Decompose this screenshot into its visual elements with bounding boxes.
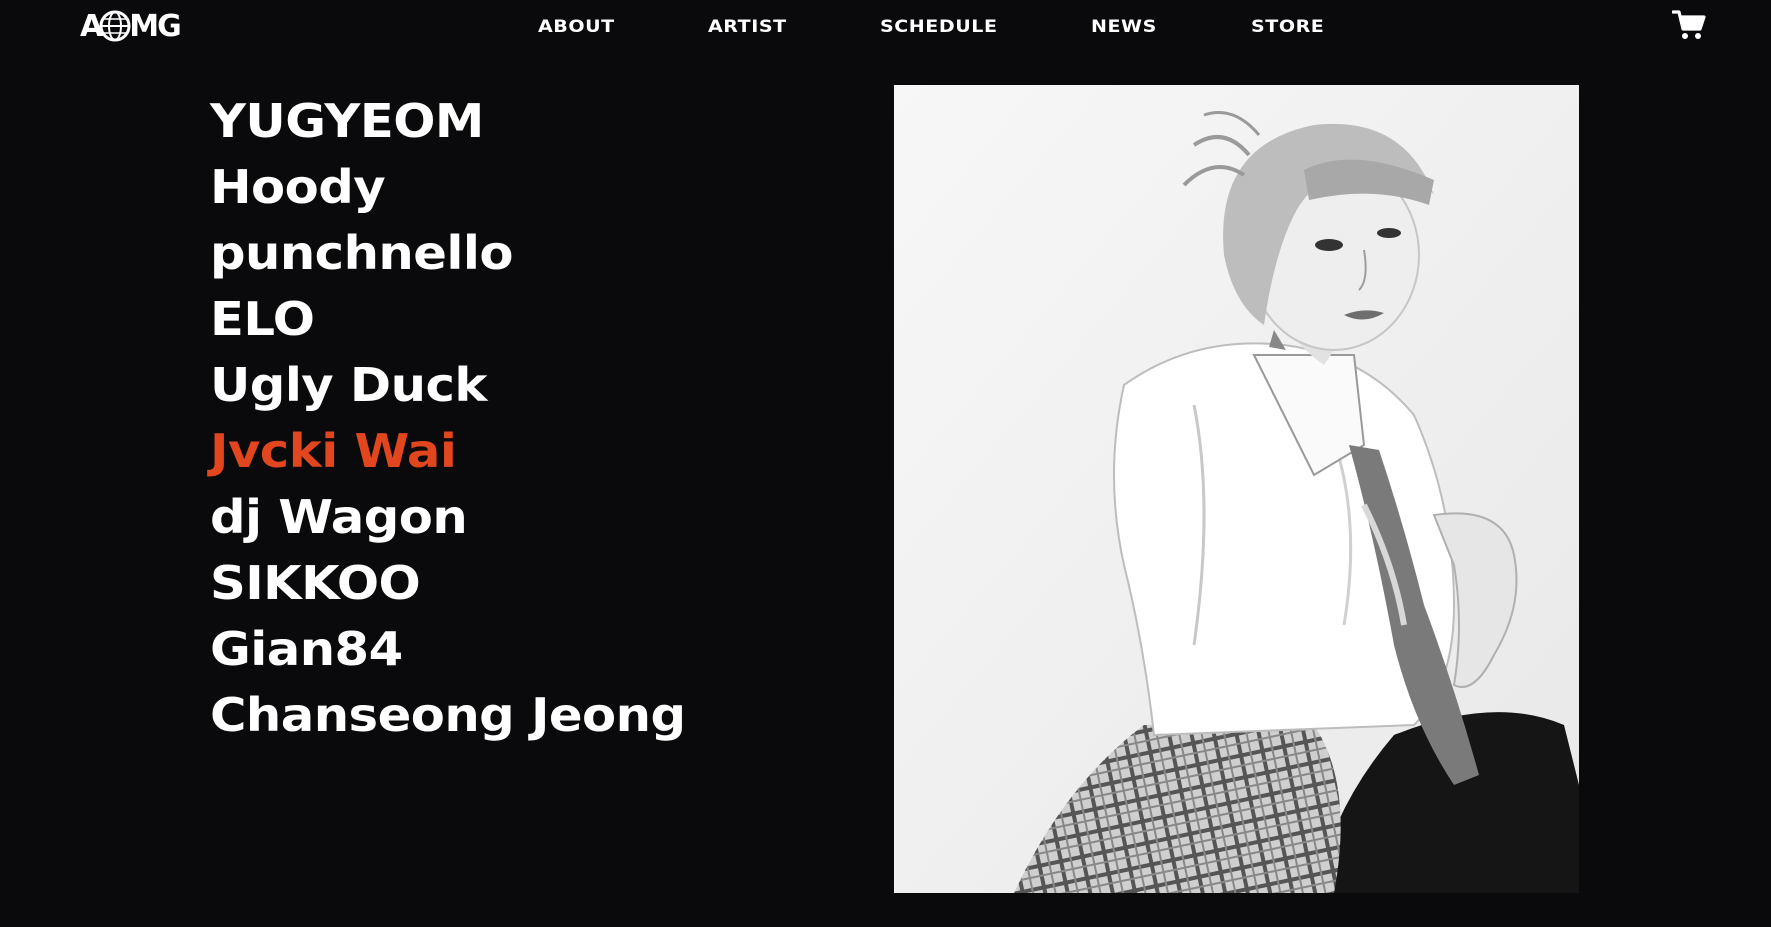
artist-item-sikkoo[interactable]: SIKKOO (210, 550, 685, 616)
nav-about[interactable]: ABOUT (538, 17, 615, 37)
page: A MG ABOUT ARTIST SCHEDULE NEWS STORE YU… (0, 0, 1771, 927)
nav-store[interactable]: STORE (1251, 17, 1324, 37)
artist-portrait-image (894, 85, 1579, 893)
artist-photo (894, 85, 1579, 893)
nav-artist[interactable]: ARTIST (708, 17, 787, 37)
nav-schedule[interactable]: SCHEDULE (880, 17, 998, 37)
artist-item-yugyeom[interactable]: YUGYEOM (210, 88, 685, 154)
nav-news[interactable]: NEWS (1091, 17, 1157, 37)
artist-item-ugly-duck[interactable]: Ugly Duck (210, 352, 685, 418)
artist-item-hoody[interactable]: Hoody (210, 154, 685, 220)
artist-item-jvcki-wai[interactable]: Jvcki Wai (210, 418, 685, 484)
artist-item-dj-wagon[interactable]: dj Wagon (210, 484, 685, 550)
artist-item-elo[interactable]: ELO (210, 286, 685, 352)
shopping-cart-icon[interactable] (1672, 9, 1706, 41)
artist-list: YUGYEOM Hoody punchnello ELO Ugly Duck J… (210, 88, 686, 748)
artist-item-chanseong-jeong[interactable]: Chanseong Jeong (210, 682, 686, 748)
artist-item-gian84[interactable]: Gian84 (210, 616, 685, 682)
main-nav: ABOUT ARTIST SCHEDULE NEWS STORE (0, 17, 1771, 41)
artist-item-punchnello[interactable]: punchnello (210, 220, 685, 286)
